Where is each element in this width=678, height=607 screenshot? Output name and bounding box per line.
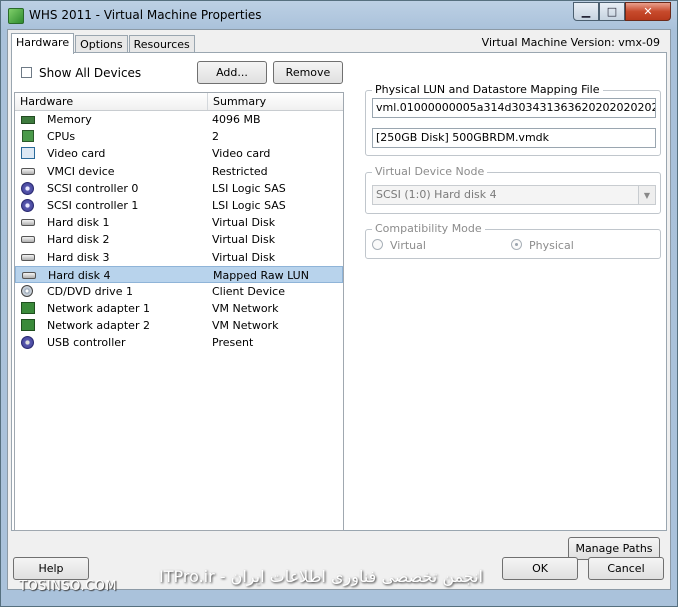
device-name: Network adapter 2 xyxy=(47,319,150,333)
device-row[interactable]: Video card Video card xyxy=(15,145,343,162)
watermark-tosinso: TOSINSO.COM xyxy=(19,579,118,594)
scsi-controller-icon xyxy=(21,181,34,195)
hardware-panel: Show All Devices Add... Remove Hardware … xyxy=(11,52,667,560)
device-row[interactable]: SCSI controller 1 LSI Logic SAS xyxy=(15,197,343,214)
device-name: CPUs xyxy=(47,130,76,144)
device-name: Video card xyxy=(47,147,106,161)
device-summary: Restricted xyxy=(212,164,268,178)
device-summary: 2 xyxy=(212,130,219,144)
device-summary: Virtual Disk xyxy=(212,216,276,230)
device-list: Hardware Summary Memory 4096 MB CPUs 2 Video… xyxy=(14,92,344,531)
column-hardware[interactable]: Hardware xyxy=(15,93,208,110)
device-name: SCSI controller 1 xyxy=(47,198,139,212)
tab-strip: Hardware Options Resources xyxy=(11,33,196,54)
device-name: Memory xyxy=(47,113,92,126)
hard-disk-icon xyxy=(21,253,35,261)
device-summary: Mapped Raw LUN xyxy=(213,268,309,282)
hard-disk-icon xyxy=(22,271,36,279)
physical-radio-label[interactable]: Physical xyxy=(529,239,574,252)
device-row[interactable]: CD/DVD drive 1 Client Device xyxy=(15,283,343,300)
virtual-radio-label[interactable]: Virtual xyxy=(390,239,426,252)
scsi-controller-icon xyxy=(21,198,34,212)
memory-icon xyxy=(21,116,35,124)
device-node-select[interactable]: SCSI (1:0) Hard disk 4 ▼ xyxy=(372,185,656,205)
device-summary: LSI Logic SAS xyxy=(212,181,286,195)
lun-mapping-title: Physical LUN and Datastore Mapping File xyxy=(372,83,603,96)
device-node-group: Virtual Device Node SCSI (1:0) Hard disk… xyxy=(365,165,661,214)
mapping-file-field[interactable]: [250GB Disk] 500GBRDM.vmdk xyxy=(372,128,656,148)
compatibility-title: Compatibility Mode xyxy=(372,222,485,235)
device-name: CD/DVD drive 1 xyxy=(47,284,133,298)
vm-version-label: Virtual Machine Version: vmx-09 xyxy=(481,36,660,49)
device-rows: Memory 4096 MB CPUs 2 Video card Video card VM… xyxy=(15,111,343,352)
device-row[interactable]: VMCI device Restricted xyxy=(15,163,343,180)
device-name: Network adapter 1 xyxy=(47,302,150,316)
device-row[interactable]: Hard disk 2 Virtual Disk xyxy=(15,231,343,248)
hard-disk-icon xyxy=(21,219,35,227)
device-summary: Present xyxy=(212,336,254,350)
maximize-button[interactable]: □ xyxy=(599,2,625,21)
device-node-title: Virtual Device Node xyxy=(372,165,488,178)
device-row[interactable]: Hard disk 3 Virtual Disk xyxy=(15,249,343,266)
watermark-itpro: ITPro.ir - انجمن تخصصی فناوری اطلاعات ای… xyxy=(159,567,483,586)
ok-button[interactable]: OK xyxy=(502,557,578,580)
device-name: Hard disk 1 xyxy=(47,216,110,230)
device-name: Hard disk 3 xyxy=(47,250,110,264)
device-row[interactable]: Network adapter 1 VM Network xyxy=(15,300,343,317)
device-summary: Client Device xyxy=(212,284,285,298)
help-button[interactable]: Help xyxy=(13,557,89,580)
device-name: VMCI device xyxy=(47,164,115,178)
usb-controller-icon xyxy=(21,336,34,350)
device-name: Hard disk 4 xyxy=(48,268,111,282)
video-card-icon xyxy=(21,147,35,160)
tab-hardware[interactable]: Hardware xyxy=(11,33,75,54)
physical-radio[interactable] xyxy=(511,239,522,250)
compatibility-group: Compatibility Mode Virtual Physical xyxy=(365,222,661,259)
device-summary: Virtual Disk xyxy=(212,233,276,247)
window-title: WHS 2011 - Virtual Machine Properties xyxy=(29,8,262,22)
device-summary: LSI Logic SAS xyxy=(212,198,286,212)
close-button[interactable]: ✕ xyxy=(625,2,671,21)
device-row[interactable]: Network adapter 2 VM Network xyxy=(15,317,343,334)
cancel-button[interactable]: Cancel xyxy=(588,557,664,580)
remove-button[interactable]: Remove xyxy=(273,61,343,84)
device-row[interactable]: Memory 4096 MB xyxy=(15,111,343,128)
add-button[interactable]: Add... xyxy=(197,61,267,84)
device-list-header: Hardware Summary xyxy=(15,93,343,111)
virtual-radio[interactable] xyxy=(372,239,383,250)
device-summary: Virtual Disk xyxy=(212,250,276,264)
device-row[interactable]: USB controller Present xyxy=(15,334,343,351)
device-node-value: SCSI (1:0) Hard disk 4 xyxy=(376,188,497,201)
device-name: USB controller xyxy=(47,336,126,350)
device-name: Hard disk 2 xyxy=(47,233,110,247)
lun-mapping-group: Physical LUN and Datastore Mapping File … xyxy=(365,83,661,156)
device-summary: Video card xyxy=(212,147,271,161)
network-adapter-icon xyxy=(21,302,35,315)
device-row[interactable]: Hard disk 1 Virtual Disk xyxy=(15,214,343,231)
device-summary: VM Network xyxy=(212,319,279,333)
cpu-icon xyxy=(22,130,34,143)
device-icon xyxy=(21,167,35,175)
device-row[interactable]: SCSI controller 0 LSI Logic SAS xyxy=(15,180,343,197)
device-row[interactable]: Hard disk 4 Mapped Raw LUN xyxy=(15,265,343,283)
device-name: SCSI controller 0 xyxy=(47,181,139,195)
show-all-devices-checkbox[interactable] xyxy=(21,67,32,78)
lun-id-field[interactable]: vml.01000000005a314d30343136362020202020… xyxy=(372,98,656,118)
properties-window: WHS 2011 - Virtual Machine Properties ▁ … xyxy=(0,0,678,607)
cd-dvd-icon xyxy=(21,284,33,297)
hard-disk-icon xyxy=(21,236,35,244)
device-summary: 4096 MB xyxy=(212,113,261,126)
network-adapter-icon xyxy=(21,319,35,332)
column-summary[interactable]: Summary xyxy=(208,93,343,110)
chevron-down-icon[interactable]: ▼ xyxy=(638,186,655,204)
device-summary: VM Network xyxy=(212,302,279,316)
show-all-devices-label[interactable]: Show All Devices xyxy=(39,66,141,80)
title-bar[interactable]: WHS 2011 - Virtual Machine Properties ▁ … xyxy=(1,1,677,31)
dialog-body: Hardware Options Resources Virtual Machi… xyxy=(7,29,671,590)
vm-app-icon xyxy=(8,8,24,24)
minimize-button[interactable]: ▁ xyxy=(573,2,599,21)
device-row[interactable]: CPUs 2 xyxy=(15,128,343,145)
